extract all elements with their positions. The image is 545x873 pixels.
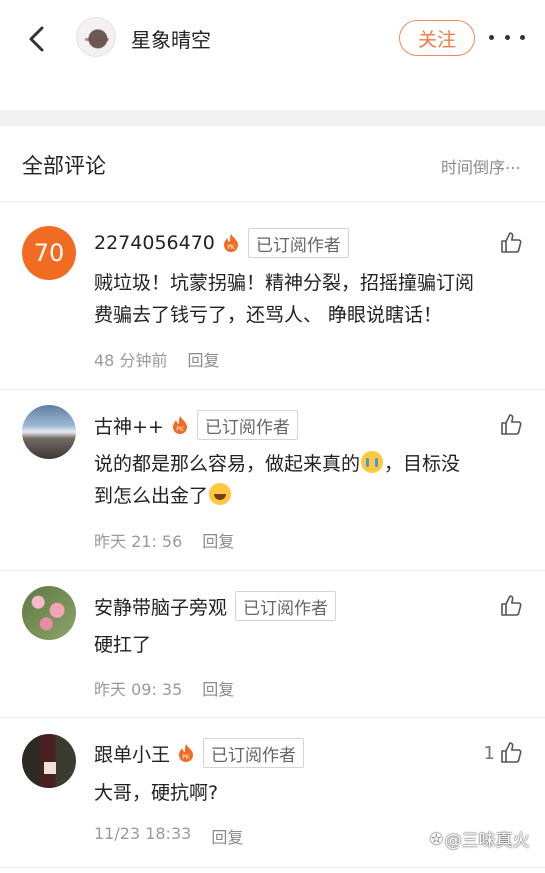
fire-pk-icon: PK	[222, 233, 240, 253]
weibo-logo-icon: ✪	[430, 829, 443, 848]
reply-button[interactable]: 回复	[187, 347, 219, 371]
weibo-watermark: ✪ @三味真火	[430, 826, 530, 852]
author-name[interactable]: 星象晴空	[131, 24, 211, 53]
comment-line: 费骗去了钱亏了，还骂人、 睁眼说瞎话！	[94, 304, 443, 326]
commenter-name[interactable]: 跟单小王	[94, 740, 170, 767]
thumbs-up-icon	[501, 414, 522, 435]
thumbs-up-icon	[501, 742, 522, 763]
sort-by-time-button[interactable]: 时间倒序⋯	[441, 154, 521, 178]
comment-time: 昨天 21: 56	[94, 532, 183, 551]
comment-item: 古神++ PK 已订阅作者 说的都是那么容易，做起来真的 ，目标没 到怎么出金了 …	[0, 390, 545, 571]
author-avatar[interactable]	[76, 17, 116, 57]
fire-pk-icon: PK	[171, 415, 189, 435]
comment-meta: 11/23 18:33 回复	[94, 824, 243, 848]
commenter-avatar[interactable]: 70	[22, 226, 76, 280]
commenter-avatar[interactable]	[22, 405, 76, 459]
comment-text: 贼垃圾！坑蒙拐骗！精神分裂，招摇撞骗订阅 费骗去了钱亏了，还骂人、 睁眼说瞎话！	[94, 267, 524, 331]
commenter-avatar[interactable]	[22, 734, 76, 788]
comment-line: 说的都是那么容易，做起来真的 ，目标没	[94, 448, 524, 480]
comment-time: 昨天 09: 35	[94, 680, 183, 699]
reply-button[interactable]: 回复	[211, 824, 243, 848]
comment-item: 70 2274056470 PK 已订阅作者 贼垃圾！坑蒙拐骗！精神分裂，招摇撞…	[0, 203, 545, 390]
like-button[interactable]	[495, 413, 523, 437]
reply-button[interactable]: 回复	[202, 528, 234, 552]
subscriber-badge: 已订阅作者	[196, 410, 298, 440]
comment-line: 硬扛了	[94, 634, 152, 656]
subscriber-badge: 已订阅作者	[203, 738, 305, 768]
comment-meta: 48 分钟前 回复	[94, 347, 219, 371]
comment-fragment: 到怎么出金了	[94, 485, 209, 507]
comment-time: 48 分钟前	[94, 351, 168, 370]
comment-text: 硬扛了	[94, 629, 524, 661]
more-options-icon[interactable]	[489, 26, 525, 48]
commenter-name[interactable]: 安静带脑子旁观	[94, 593, 227, 620]
comment-line: 到怎么出金了	[94, 480, 524, 512]
comment-fragment: 说的都是那么容易，做起来真的	[94, 453, 361, 475]
comment-text: 说的都是那么容易，做起来真的 ，目标没 到怎么出金了	[94, 448, 524, 512]
laughing-emoji-icon	[209, 483, 232, 505]
like-count: 1	[483, 742, 495, 764]
like-button[interactable]	[495, 594, 523, 618]
like-button[interactable]	[495, 231, 523, 255]
all-comments-title: 全部评论	[22, 154, 106, 178]
svg-text:PK: PK	[182, 754, 191, 761]
comment-time: 11/23 18:33	[94, 824, 192, 843]
section-divider	[0, 110, 545, 126]
comment-text: 大哥，硬抗啊?	[94, 777, 524, 809]
comment-line: 大哥，硬抗啊?	[94, 782, 219, 804]
avatar-number: 70	[33, 239, 65, 267]
crying-emoji-icon	[361, 451, 384, 473]
like-button[interactable]: 1	[484, 741, 523, 765]
comment-meta: 昨天 09: 35 回复	[94, 676, 234, 700]
svg-text:PK: PK	[176, 426, 185, 433]
back-arrow-icon[interactable]	[22, 22, 54, 56]
follow-button[interactable]: 关注	[399, 20, 475, 56]
fire-pk-icon: PK	[177, 743, 195, 763]
reply-button[interactable]: 回复	[202, 676, 234, 700]
comment-item: 安静带脑子旁观 已订阅作者 硬扛了 昨天 09: 35 回复	[0, 571, 545, 718]
top-navigation-bar: 星象晴空 关注	[0, 0, 545, 78]
commenter-name[interactable]: 2274056470	[94, 232, 215, 254]
thumbs-up-icon	[501, 595, 522, 616]
comment-fragment: ，目标没	[384, 453, 461, 475]
subscriber-badge: 已订阅作者	[247, 228, 349, 258]
commenter-name[interactable]: 古神++	[94, 412, 164, 439]
comment-meta: 昨天 21: 56 回复	[94, 528, 234, 552]
comment-line: 贼垃圾！坑蒙拐骗！精神分裂，招摇撞骗订阅	[94, 272, 475, 294]
comments-header: 全部评论 时间倒序⋯	[0, 126, 545, 202]
commenter-avatar[interactable]	[22, 586, 76, 640]
thumbs-up-icon	[501, 232, 522, 253]
svg-text:PK: PK	[227, 244, 236, 251]
watermark-text: @三味真火	[444, 831, 530, 851]
subscriber-badge: 已订阅作者	[235, 591, 337, 621]
